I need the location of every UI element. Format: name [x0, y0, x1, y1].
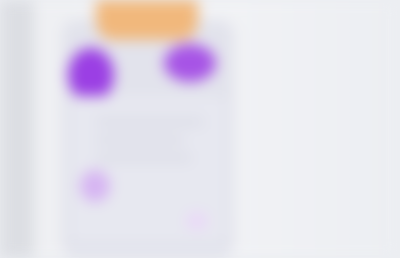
right-avatar-icon[interactable]	[164, 44, 216, 82]
card-header-label	[108, 12, 186, 28]
bottom-right-dot-icon[interactable]	[186, 212, 208, 230]
content-placeholder-line	[96, 136, 184, 144]
app-screen	[0, 0, 400, 258]
content-placeholder-line	[96, 154, 192, 162]
bottom-left-dot-icon[interactable]	[80, 170, 110, 202]
window-edge	[0, 0, 34, 258]
left-avatar-icon[interactable]	[68, 48, 114, 102]
content-placeholder-line	[96, 118, 204, 126]
